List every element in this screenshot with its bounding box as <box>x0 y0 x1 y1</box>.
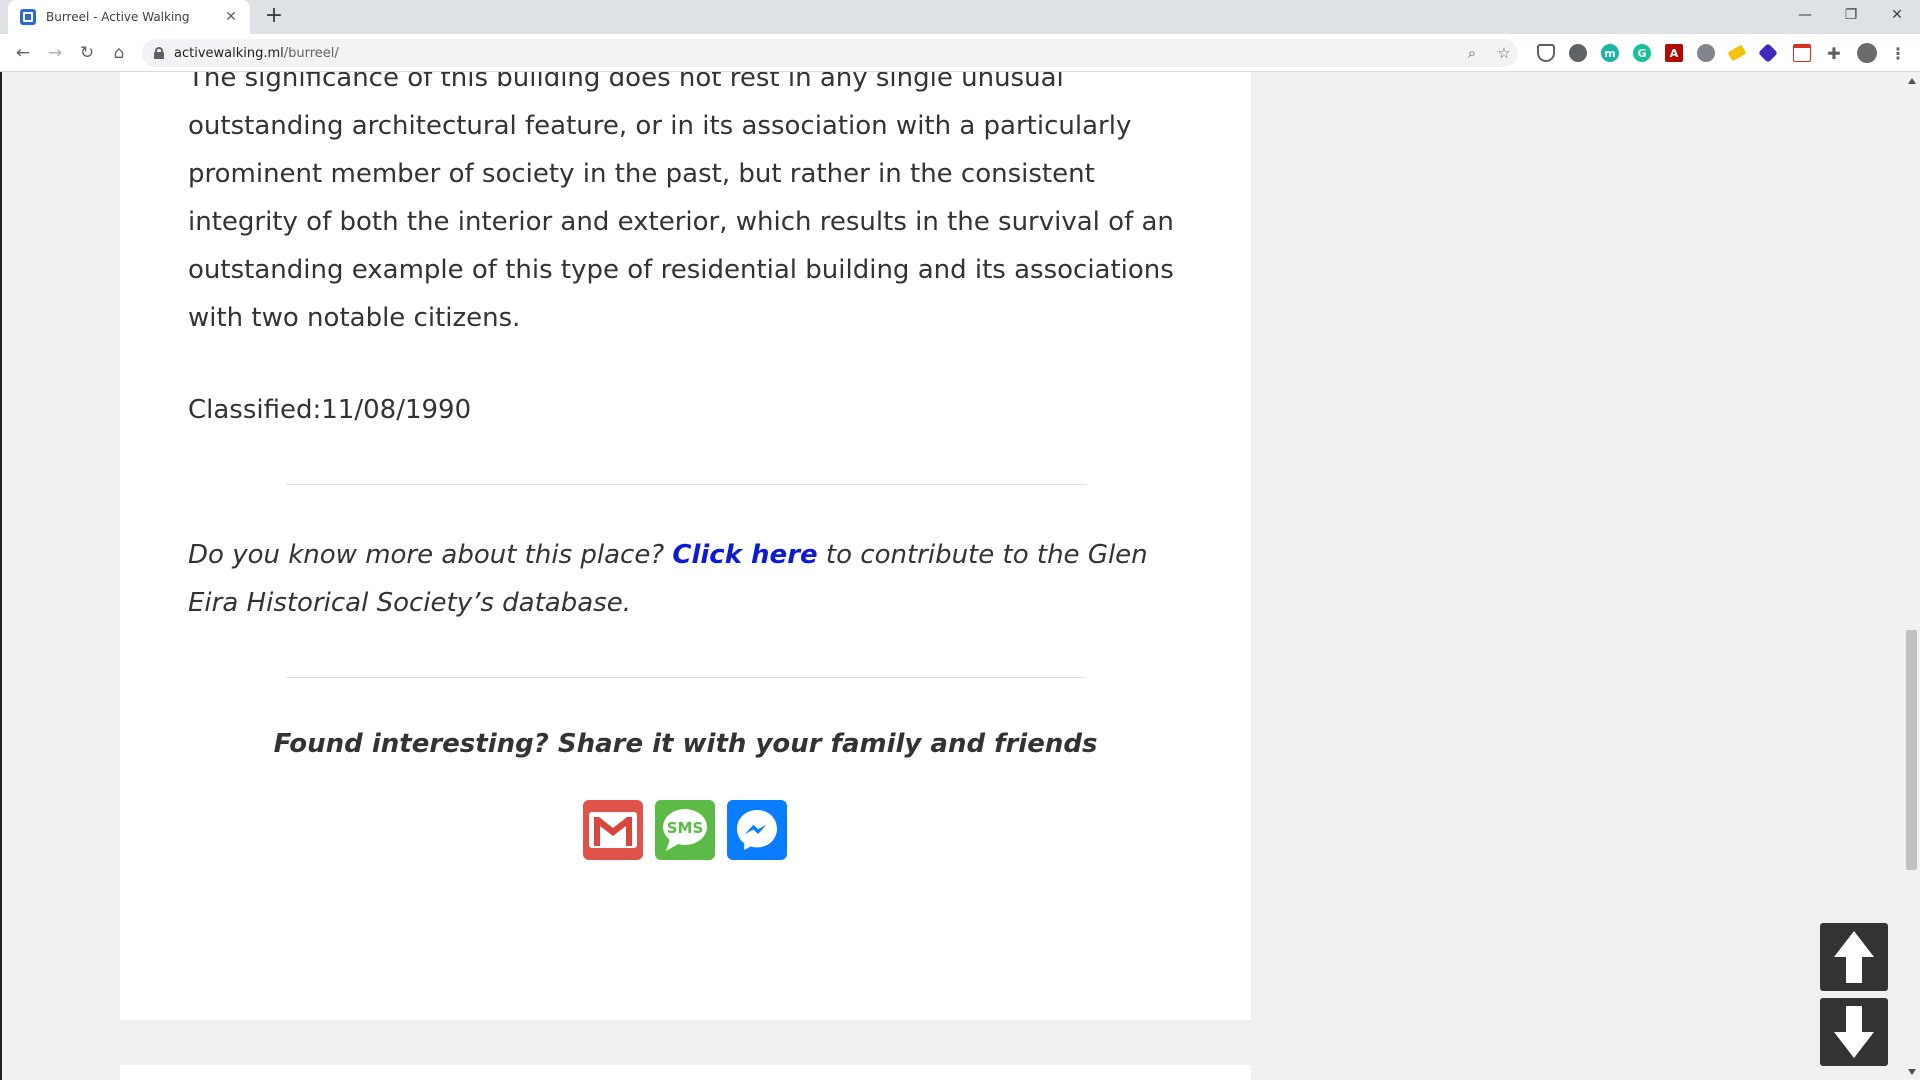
address-bar[interactable]: activewalking.ml/burreel/ ⌕ ☆ <box>142 39 1518 67</box>
arrow-up-icon <box>1834 931 1874 983</box>
tab-bar: Burreel - Active Walking ✕ + — ❐ ✕ <box>0 0 1920 34</box>
sms-icon: SMS <box>663 809 707 851</box>
grammarly-icon[interactable]: G <box>1633 44 1651 62</box>
messenger-icon <box>737 810 777 850</box>
m-extension-icon[interactable]: m <box>1601 44 1619 62</box>
calendar-extension-icon[interactable] <box>1793 44 1811 62</box>
sms-label: SMS <box>667 819 704 837</box>
reload-button[interactable]: ↻ <box>75 41 99 65</box>
divider <box>286 677 1086 678</box>
home-button[interactable]: ⌂ <box>107 41 131 65</box>
article-card: The significance of this building does n… <box>120 72 1251 1020</box>
divider <box>286 484 1086 485</box>
contribute-link[interactable]: Click here <box>672 540 817 570</box>
browser-tab[interactable]: Burreel - Active Walking ✕ <box>8 0 250 34</box>
significance-paragraph: The significance of this building does n… <box>188 72 1174 333</box>
menu-kebab-icon[interactable]: ⋮ <box>1889 44 1907 63</box>
scrollbar-thumb[interactable] <box>1906 630 1917 870</box>
extensions-puzzle-icon[interactable]: ✚ <box>1825 44 1843 63</box>
bookmark-star-icon[interactable]: ☆ <box>1492 41 1516 65</box>
profile-avatar[interactable] <box>1857 43 1877 63</box>
shield-extension-icon[interactable] <box>1537 44 1555 62</box>
window-edge <box>0 72 2 1080</box>
arrow-down-icon <box>1834 1006 1874 1058</box>
contribute-text-before: Do you know more about this place? <box>188 540 673 570</box>
url-path: /burreel/ <box>283 45 339 61</box>
url-host: activewalking.ml <box>174 45 284 61</box>
lock-icon[interactable] <box>154 47 164 59</box>
scroll-to-top-button[interactable] <box>1820 923 1888 991</box>
scroll-to-bottom-button[interactable] <box>1820 998 1888 1066</box>
pencil-extension-icon[interactable] <box>1727 44 1747 62</box>
browser-toolbar: ← → ↻ ⌂ activewalking.ml/burreel/ ⌕ ☆ m … <box>0 34 1920 72</box>
page-scrollbar[interactable] <box>1903 72 1920 1080</box>
close-window-button[interactable]: ✕ <box>1874 0 1920 30</box>
gmail-share-button[interactable] <box>583 800 643 860</box>
bulb-extension-icon[interactable] <box>1569 44 1587 62</box>
share-buttons: SMS <box>583 800 787 860</box>
zoom-icon[interactable]: ⌕ <box>1460 41 1484 65</box>
forward-button[interactable]: → <box>43 41 67 65</box>
back-button[interactable]: ← <box>11 41 35 65</box>
close-tab-icon[interactable]: ✕ <box>222 9 240 25</box>
sms-share-button[interactable]: SMS <box>655 800 715 860</box>
camera-extension-icon[interactable] <box>1697 44 1715 62</box>
tab-title: Burreel - Active Walking <box>46 10 190 24</box>
share-heading: Found interesting? Share it with your fa… <box>273 729 1098 759</box>
diamond-extension-icon[interactable] <box>1758 43 1778 63</box>
gmail-icon <box>589 812 637 848</box>
next-card <box>120 1065 1251 1080</box>
contribute-text: Do you know more about this place? Click… <box>188 531 1188 627</box>
page-viewport: The significance of this building does n… <box>0 72 1920 1080</box>
classified-date: Classified:11/08/1990 <box>188 395 472 425</box>
scroll-down-arrow-icon[interactable] <box>1903 1063 1920 1080</box>
scroll-up-arrow-icon[interactable] <box>1903 72 1920 89</box>
favicon-icon <box>20 9 36 25</box>
restore-button[interactable]: ❐ <box>1828 0 1874 30</box>
new-tab-button[interactable]: + <box>262 5 286 29</box>
minimize-button[interactable]: — <box>1782 0 1828 30</box>
messenger-share-button[interactable] <box>727 800 787 860</box>
pdf-extension-icon[interactable]: A <box>1665 44 1683 62</box>
